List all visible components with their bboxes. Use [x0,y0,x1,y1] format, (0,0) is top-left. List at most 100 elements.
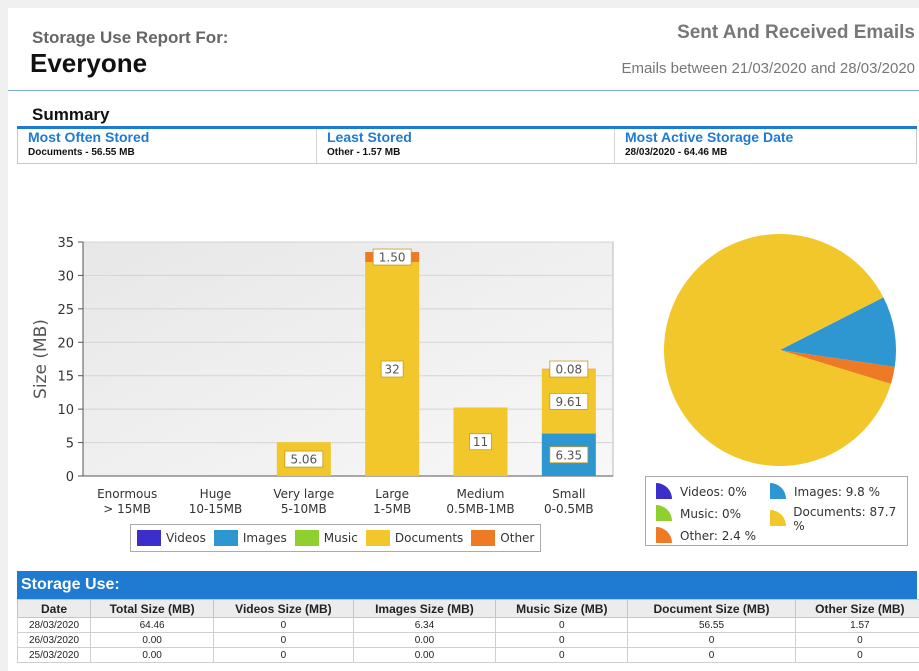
pie-legend-icon [656,527,672,543]
legend-label: Other [500,531,535,545]
report-subtitle: Storage Use Report For: [32,28,229,47]
y-tick-label: 15 [57,370,74,385]
column-header: Date [16,599,92,618]
column-header: Document Size (MB) [627,599,796,618]
legend-swatch [294,530,319,546]
table-cell: 0.00 [90,647,215,663]
pie-legend-icon [656,505,672,521]
data-label: 11 [473,435,488,449]
column-header: Music Size (MB) [495,599,629,618]
data-label-group: 5.06 [284,450,324,468]
pie-legend-wedge [656,483,672,499]
data-label: 32 [385,363,400,377]
legend-item: Documents [365,530,463,546]
table-cell: 28/03/2020 [16,617,92,633]
legend-swatch [365,530,390,546]
pie-legend-label: Other: 2.4 % [680,529,757,543]
x-tick-label: 5-10MB [281,502,327,516]
y-tick-label: 35 [57,236,74,251]
data-label-group: 32 [380,360,404,378]
data-label-group: 6.35 [549,446,589,464]
pie-legend-label: Images: 9.8 % [794,485,880,499]
header-divider [8,90,919,91]
table-body: 28/03/2020 64.46 0 6.34 0 56.55 1.57 26/03/2020… [16,617,919,663]
table-cell: 0 [495,647,629,663]
table-cell: 0 [213,647,354,663]
y-tick-label: 5 [66,437,74,452]
pie-legend-icon [770,483,786,499]
summary-cell-most-active: Most Active Storage Date 28/03/2020 - 64… [614,129,916,163]
data-label-group: 9.61 [549,393,589,410]
x-tick-label: Huge [200,487,232,501]
pie-legend-wedge [656,505,672,521]
data-label: 5.06 [290,453,317,467]
pie-legend-wedge [770,483,786,499]
pie-legend-label: Music: 0% [680,507,742,521]
y-tick-label: 25 [57,303,74,318]
y-tick-label: 0 [66,470,74,485]
summary-value: 28/03/2020 - 64.46 MB [625,147,728,158]
data-label: 9.61 [555,395,582,409]
pie-legend-item: Music: 0% [654,505,741,523]
x-tick-label: 0-0.5MB [544,502,594,516]
data-label: 0.08 [555,363,582,377]
table-cell: 1.57 [794,617,919,633]
x-tick-label: Enormous [97,487,157,501]
pie-legend-item: Documents: 87.7 % [768,505,907,533]
legend-item: Music [294,530,358,546]
pie-legend-item: Images: 9.8 % [768,483,880,501]
y-axis-label: Size (MB) [31,319,51,399]
pie-legend-label: Documents: 87.7 % [793,505,897,533]
bar-chart-legend: Videos Images Music Documents Other [130,524,542,552]
summary-label: Most Often Stored [28,129,150,145]
pie-legend-wedge [656,527,672,543]
table-cell: 0 [495,617,629,633]
table-cell: 0 [627,647,796,663]
table-cell: 26/03/2020 [16,632,92,648]
data-label: 1.50 [379,251,406,265]
legend-item: Images [213,530,287,546]
legend-swatch [471,530,496,546]
legend-label: Images [242,531,287,545]
table-row: 25/03/2020 0.00 0 0.00 0 0 0 [16,647,919,663]
pie-legend-icon [770,510,786,526]
summary-title: Summary [32,105,110,124]
summary-label: Least Stored [327,129,412,145]
summary-cell-least-stored: Least Stored Other - 1.57 MB [316,129,614,163]
table-row: 28/03/2020 64.46 0 6.34 0 56.55 1.57 [16,617,919,633]
summary-label: Most Active Storage Date [625,129,794,145]
table-cell: 0 [794,647,919,663]
pie-legend-item: Other: 2.4 % [654,527,756,545]
summary-value: Documents - 56.55 MB [28,147,135,158]
table-header-row: Date Total Size (MB) Videos Size (MB) Image… [16,599,919,618]
data-label-group: 1.50 [372,248,412,266]
legend-swatch [213,530,238,546]
x-tick-label: 10-15MB [189,502,242,516]
legend-item: Videos [137,530,206,546]
pie-legend-label: Videos: 0% [680,485,747,499]
pie-legend-wedge [770,510,786,526]
summary-cell-most-often: Most Often Stored Documents - 56.55 MB [18,129,316,163]
data-label: 6.35 [555,448,582,462]
storage-use-title: Storage Use: [17,571,917,599]
table-cell: 0 [627,632,796,648]
legend-label: Videos [166,531,206,545]
report-title: Everyone [30,48,148,78]
data-label-group: 0.08 [549,360,589,378]
report-date-range: Emails between 21/03/2020 and 28/03/2020 [621,60,915,77]
pie-legend-item: Videos: 0% [654,483,747,501]
legend-swatch [137,530,161,546]
y-tick-label: 10 [57,403,74,418]
table-cell: 56.55 [627,617,796,633]
summary-box: Most Often Stored Documents - 56.55 MB L… [17,129,917,164]
legend-label: Music [323,531,358,545]
storage-use-table: Date Total Size (MB) Videos Size (MB) Image… [16,599,919,663]
x-tick-label: 1-5MB [373,502,411,516]
table-cell: 25/03/2020 [16,647,92,663]
table-cell: 0.00 [352,647,497,663]
column-header: Other Size (MB) [794,599,919,618]
data-label-group: 11 [469,433,492,451]
x-tick-label: Very large [273,487,334,501]
y-tick-label: 20 [57,336,74,351]
table-cell: 0 [213,632,354,648]
